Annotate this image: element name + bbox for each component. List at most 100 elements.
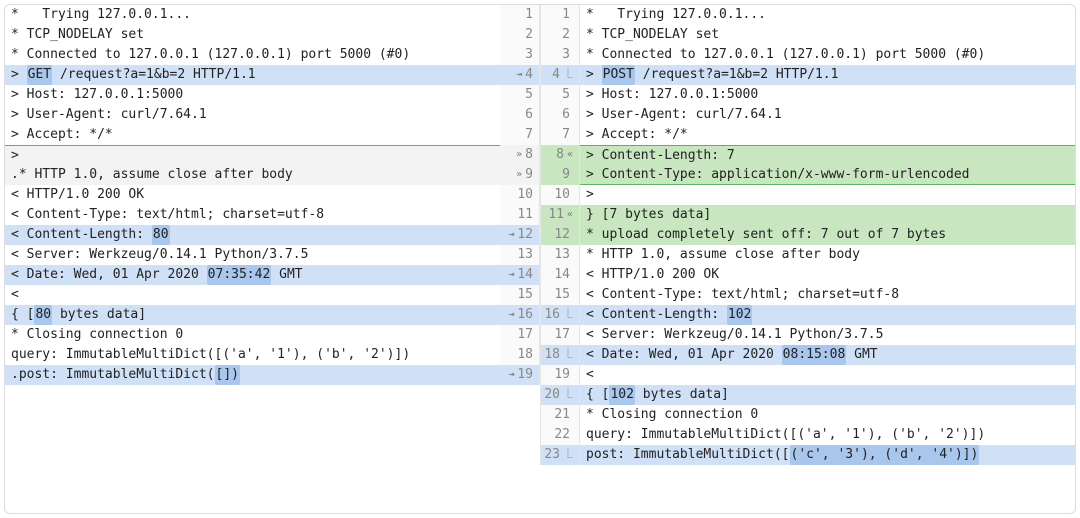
diff-row[interactable]: 15< <box>5 285 540 305</box>
diff-line-content[interactable]: < Content-Length: 102 <box>580 305 1075 325</box>
diff-line-content[interactable]: * Connected to 127.0.0.1 (127.0.0.1) por… <box>5 45 500 65</box>
diff-line-content[interactable]: < HTTP/1.0 200 OK <box>580 265 1075 285</box>
line-number: 11 <box>548 205 564 225</box>
diff-line-content[interactable]: < Date: Wed, 01 Apr 2020 08:15:08 GMT <box>580 345 1075 365</box>
diff-row[interactable]: ⇥14< Date: Wed, 01 Apr 2020 07:35:42 GMT <box>5 265 540 285</box>
diff-marker-icon: « <box>567 205 573 225</box>
diff-line-content[interactable]: * TCP_NODELAY set <box>5 25 500 45</box>
diff-row[interactable]: 21 * Closing connection 0 <box>540 405 1075 425</box>
diff-row[interactable]: 5> Host: 127.0.0.1:5000 <box>540 85 1075 105</box>
diff-line-content[interactable]: < Server: Werkzeug/0.14.1 Python/3.7.5 <box>580 325 1075 345</box>
diff-line-content[interactable]: * Closing connection 0 <box>580 405 1075 425</box>
diff-line-content[interactable]: > Content-Type: application/x-www-form-u… <box>580 165 1075 185</box>
diff-line-content[interactable]: * Trying 127.0.0.1... <box>5 5 500 25</box>
diff-line-content[interactable]: * Connected to 127.0.0.1 (127.0.0.1) por… <box>580 45 1075 65</box>
diff-row[interactable]: 1* Trying 127.0.0.1... <box>5 5 540 25</box>
diff-row[interactable]: 14< HTTP/1.0 200 OK <box>540 265 1075 285</box>
diff-row[interactable]: 13* HTTP 1.0, assume close after body <box>540 245 1075 265</box>
diff-line-content[interactable]: < Server: Werkzeug/0.14.1 Python/3.7.5 <box>5 245 500 265</box>
diff-line-content[interactable]: < Content-Length: 80 <box>5 225 500 245</box>
diff-row[interactable]: »9.* HTTP 1.0, assume close after body <box>5 165 540 185</box>
line-number-gutter: 22 <box>540 425 580 445</box>
line-number: 21 <box>554 405 570 425</box>
diff-line-content[interactable]: < HTTP/1.0 200 OK <box>5 185 500 205</box>
diff-row[interactable]: 20⎿{ [102 bytes data] <box>540 385 1075 405</box>
line-number-gutter: 12 <box>540 225 580 245</box>
diff-line-content[interactable]: > Host: 127.0.0.1:5000 <box>5 85 500 105</box>
diff-line-content[interactable]: * TCP_NODELAY set <box>580 25 1075 45</box>
word-diff-highlight: []) <box>215 365 240 385</box>
diff-line-content[interactable]: * HTTP 1.0, assume close after body <box>580 245 1075 265</box>
diff-row[interactable]: 9> Content-Type: application/x-www-form-… <box>540 165 1075 185</box>
diff-row[interactable]: 2* TCP_NODELAY set <box>5 25 540 45</box>
diff-line-content[interactable]: * Trying 127.0.0.1... <box>580 5 1075 25</box>
diff-line-content[interactable]: > Content-Length: 7 <box>580 145 1075 165</box>
diff-row[interactable]: 6> User-Agent: curl/7.64.1 <box>540 105 1075 125</box>
diff-line-content[interactable]: .* HTTP 1.0, assume close after body <box>5 165 500 185</box>
diff-row[interactable]: 10> <box>540 185 1075 205</box>
diff-line-content[interactable]: < Date: Wed, 01 Apr 2020 07:35:42 GMT <box>5 265 500 285</box>
diff-line-content[interactable]: > User-Agent: curl/7.64.1 <box>5 105 500 125</box>
diff-row[interactable]: 16⎿< Content-Length: 102 <box>540 305 1075 325</box>
diff-line-content[interactable]: query: ImmutableMultiDict([('a', '1'), (… <box>580 425 1075 445</box>
line-number: 3 <box>562 45 570 65</box>
line-number-gutter: 1 <box>500 5 540 25</box>
diff-row[interactable]: 3 * Connected to 127.0.0.1 (127.0.0.1) po… <box>540 45 1075 65</box>
diff-row[interactable]: 7> Accept: */* <box>5 125 540 145</box>
diff-row[interactable]: 6 > User-Agent: curl/7.64.1 <box>5 105 540 125</box>
diff-row[interactable]: 1* Trying 127.0.0.1... <box>540 5 1075 25</box>
diff-row[interactable]: 23⎿post: ImmutableMultiDict([('c', '3'),… <box>540 445 1075 465</box>
line-number-gutter: 14 <box>540 265 580 285</box>
diff-line-content[interactable]: < Content-Type: text/html; charset=utf-8 <box>5 205 500 225</box>
line-number: 6 <box>525 105 533 125</box>
diff-row[interactable]: ⇥16{ [80 bytes data] <box>5 305 540 325</box>
word-diff-highlight: 08:15:08 <box>782 345 847 365</box>
diff-row[interactable]: 2* TCP_NODELAY set <box>540 25 1075 45</box>
diff-row[interactable]: ⇥12< Content-Length: 80 <box>5 225 540 245</box>
diff-line-content[interactable]: * Closing connection 0 <box>5 325 500 345</box>
diff-row[interactable]: 7> Accept: */* <box>540 125 1075 145</box>
line-number-gutter: 1 <box>540 5 580 25</box>
diff-line-content[interactable]: > Host: 127.0.0.1:5000 <box>580 85 1075 105</box>
diff-line-content[interactable]: > <box>5 145 500 165</box>
diff-row[interactable]: »8> <box>5 145 540 165</box>
diff-row[interactable]: 18query: ImmutableMultiDict([('a', '1'),… <box>5 345 540 365</box>
diff-line-content[interactable]: < <box>580 365 1075 385</box>
diff-line-content[interactable]: < <box>5 285 500 305</box>
diff-line-content[interactable]: > Accept: */* <box>580 125 1075 145</box>
line-number-gutter: 3 <box>500 45 540 65</box>
diff-line-content[interactable]: * upload completely sent off: 7 out of 7… <box>580 225 1075 245</box>
diff-row[interactable]: 19< <box>540 365 1075 385</box>
diff-line-content[interactable]: { [80 bytes data] <box>5 305 500 325</box>
diff-row[interactable]: 5> Host: 127.0.0.1:5000 <box>5 85 540 105</box>
line-number-gutter: ⇥12 <box>500 225 540 245</box>
diff-line-content[interactable]: { [102 bytes data] <box>580 385 1075 405</box>
diff-row[interactable]: 10< HTTP/1.0 200 OK <box>5 185 540 205</box>
diff-line-content[interactable]: > <box>580 185 1075 205</box>
diff-line-content[interactable]: > Accept: */* <box>5 125 500 145</box>
diff-line-content[interactable]: query: ImmutableMultiDict([('a', '1'), (… <box>5 345 500 365</box>
diff-line-content[interactable]: > POST /request?a=1&b=2 HTTP/1.1 <box>580 65 1075 85</box>
diff-line-content[interactable]: < Content-Type: text/html; charset=utf-8 <box>580 285 1075 305</box>
diff-line-content[interactable]: } [7 bytes data] <box>580 205 1075 225</box>
diff-row[interactable]: 12* upload completely sent off: 7 out of… <box>540 225 1075 245</box>
diff-row[interactable]: 4⎿> POST /request?a=1&b=2 HTTP/1.1 <box>540 65 1075 85</box>
diff-row[interactable]: 11< Content-Type: text/html; charset=utf… <box>5 205 540 225</box>
diff-line-content[interactable]: > GET /request?a=1&b=2 HTTP/1.1 <box>5 65 500 85</box>
diff-line-content[interactable]: > User-Agent: curl/7.64.1 <box>580 105 1075 125</box>
diff-row[interactable]: 3* Connected to 127.0.0.1 (127.0.0.1) po… <box>5 45 540 65</box>
diff-row[interactable]: ⇥4> GET /request?a=1&b=2 HTTP/1.1 <box>5 65 540 85</box>
word-diff-highlight: 102 <box>727 305 752 325</box>
diff-row[interactable]: ⇥19.post: ImmutableMultiDict([]) <box>5 365 540 385</box>
diff-row[interactable]: 17< Server: Werkzeug/0.14.1 Python/3.7.5 <box>540 325 1075 345</box>
word-diff-highlight: POST <box>602 65 635 85</box>
diff-row[interactable]: 18⎿< Date: Wed, 01 Apr 2020 08:15:08 GMT <box>540 345 1075 365</box>
diff-line-content[interactable]: .post: ImmutableMultiDict([]) <box>5 365 500 385</box>
diff-line-content[interactable]: post: ImmutableMultiDict([('c', '3'), ('… <box>580 445 1075 465</box>
diff-row[interactable]: 17* Closing connection 0 <box>5 325 540 345</box>
diff-row[interactable]: 8«> Content-Length: 7 <box>540 145 1075 165</box>
diff-row[interactable]: 11« } [7 bytes data] <box>540 205 1075 225</box>
diff-row[interactable]: 22query: ImmutableMultiDict([('a', '1'),… <box>540 425 1075 445</box>
diff-row[interactable]: 15< Content-Type: text/html; charset=utf… <box>540 285 1075 305</box>
diff-row[interactable]: 13< Server: Werkzeug/0.14.1 Python/3.7.5 <box>5 245 540 265</box>
